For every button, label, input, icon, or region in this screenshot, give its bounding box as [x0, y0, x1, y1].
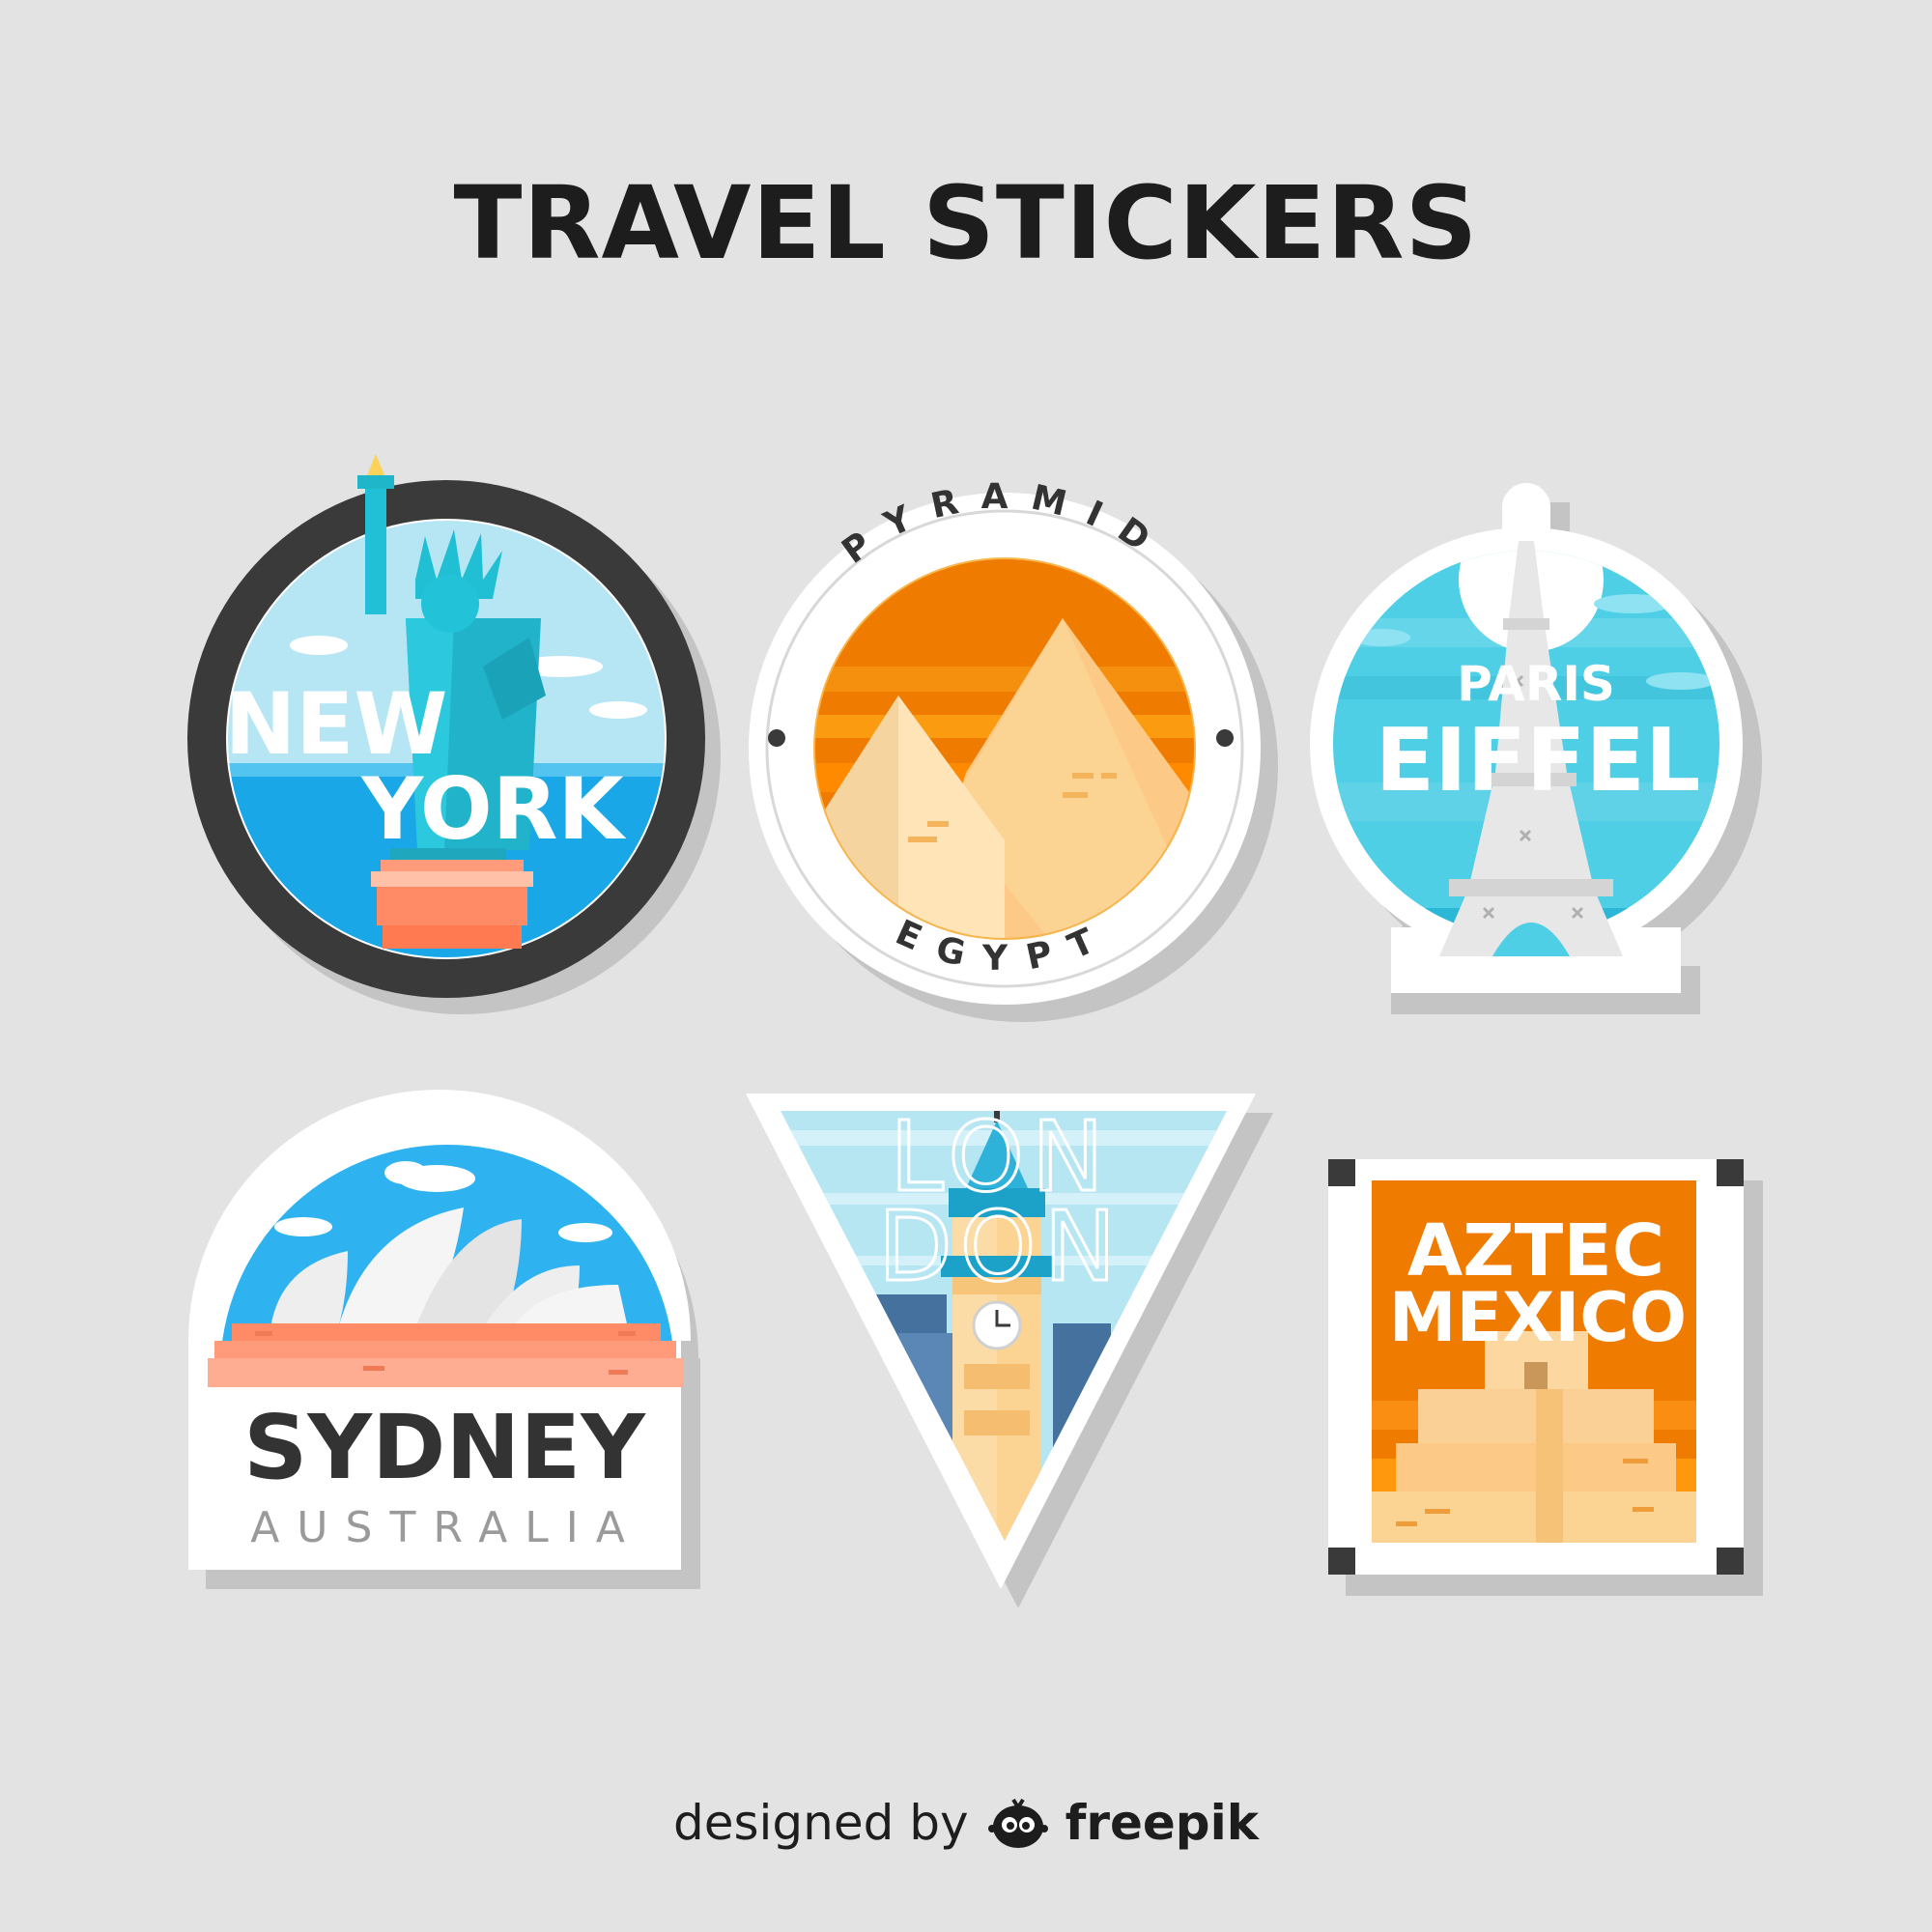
- sydney-line2: AUSTRALIA: [250, 1503, 642, 1552]
- sticker-egypt: PYRAMID EGYPT: [749, 477, 1278, 1022]
- sticker-paris: PARIS EIFFEL: [1310, 483, 1762, 1014]
- london-line2: DON: [878, 1190, 1124, 1303]
- pedestal: [371, 860, 533, 949]
- sticker-sydney: SYDNEY AUSTRALIA: [188, 1090, 700, 1589]
- sticker-new-york: NEW YORK: [187, 454, 721, 1014]
- freepik-logo-icon: [986, 1794, 1050, 1852]
- sydney-line1: SYDNEY: [243, 1396, 646, 1499]
- credit-prefix: designed by: [672, 1795, 969, 1851]
- credit-line: designed by freepik: [0, 1789, 1932, 1857]
- sticker-london: LON DON: [746, 1094, 1273, 1608]
- paris-line2: EIFFEL: [1376, 710, 1701, 811]
- new-york-line2: YORK: [360, 759, 626, 859]
- mexico-line2: MEXICO: [1389, 1278, 1687, 1357]
- credit-brand: freepik: [1065, 1795, 1259, 1851]
- sticker-mexico: AZTEC MEXICO: [1328, 1159, 1763, 1596]
- stickers-artwork: NEW YORK PYRAMID EGYPT PARIS EIFFEL SYDN…: [187, 454, 1763, 1608]
- poster: TRAVEL STICKERS NEW YORK PYRAMID EGYPT P…: [0, 0, 1932, 1932]
- paris-line1: PARIS: [1457, 656, 1615, 712]
